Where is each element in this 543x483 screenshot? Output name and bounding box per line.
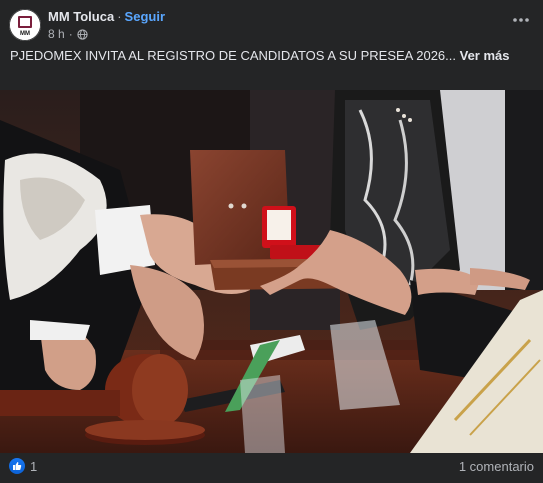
caption-text: PJEDOMEX INVITA AL REGISTRO DE CANDIDATO…: [10, 48, 456, 63]
reaction-count[interactable]: 1: [30, 459, 37, 474]
comments-count-link[interactable]: 1 comentario: [459, 459, 534, 474]
post-footer: 1 1 comentario: [0, 453, 543, 483]
more-options-button[interactable]: [511, 10, 531, 30]
author-line: MM Toluca · Seguir: [48, 9, 165, 24]
post-photo[interactable]: [0, 90, 543, 453]
more-horizontal-icon: [513, 18, 529, 22]
author-name[interactable]: MM Toluca: [48, 9, 114, 24]
mm-logo-icon: MM: [10, 10, 40, 40]
reactions-summary[interactable]: 1: [9, 458, 37, 474]
post-meta: 8 h ·: [48, 27, 88, 41]
post-header: MM MM Toluca · Seguir 8 h ·: [0, 0, 543, 44]
avatar[interactable]: MM: [9, 9, 41, 41]
like-icon: [9, 458, 25, 474]
see-more-link[interactable]: Ver más: [460, 48, 510, 63]
ceremony-photo: [0, 90, 543, 453]
feed-post: MM MM Toluca · Seguir 8 h · PJEDOMEX INVIT…: [0, 0, 543, 483]
separator-dot: ·: [117, 9, 122, 24]
follow-button[interactable]: Seguir: [125, 9, 165, 24]
post-timestamp[interactable]: 8 h: [48, 27, 65, 41]
svg-text:MM: MM: [20, 31, 30, 37]
meta-separator-dot: ·: [68, 27, 73, 41]
post-caption: PJEDOMEX INVITA AL REGISTRO DE CANDIDATO…: [10, 48, 530, 64]
globe-icon[interactable]: [77, 28, 88, 40]
thumbs-up-icon: [13, 462, 22, 470]
